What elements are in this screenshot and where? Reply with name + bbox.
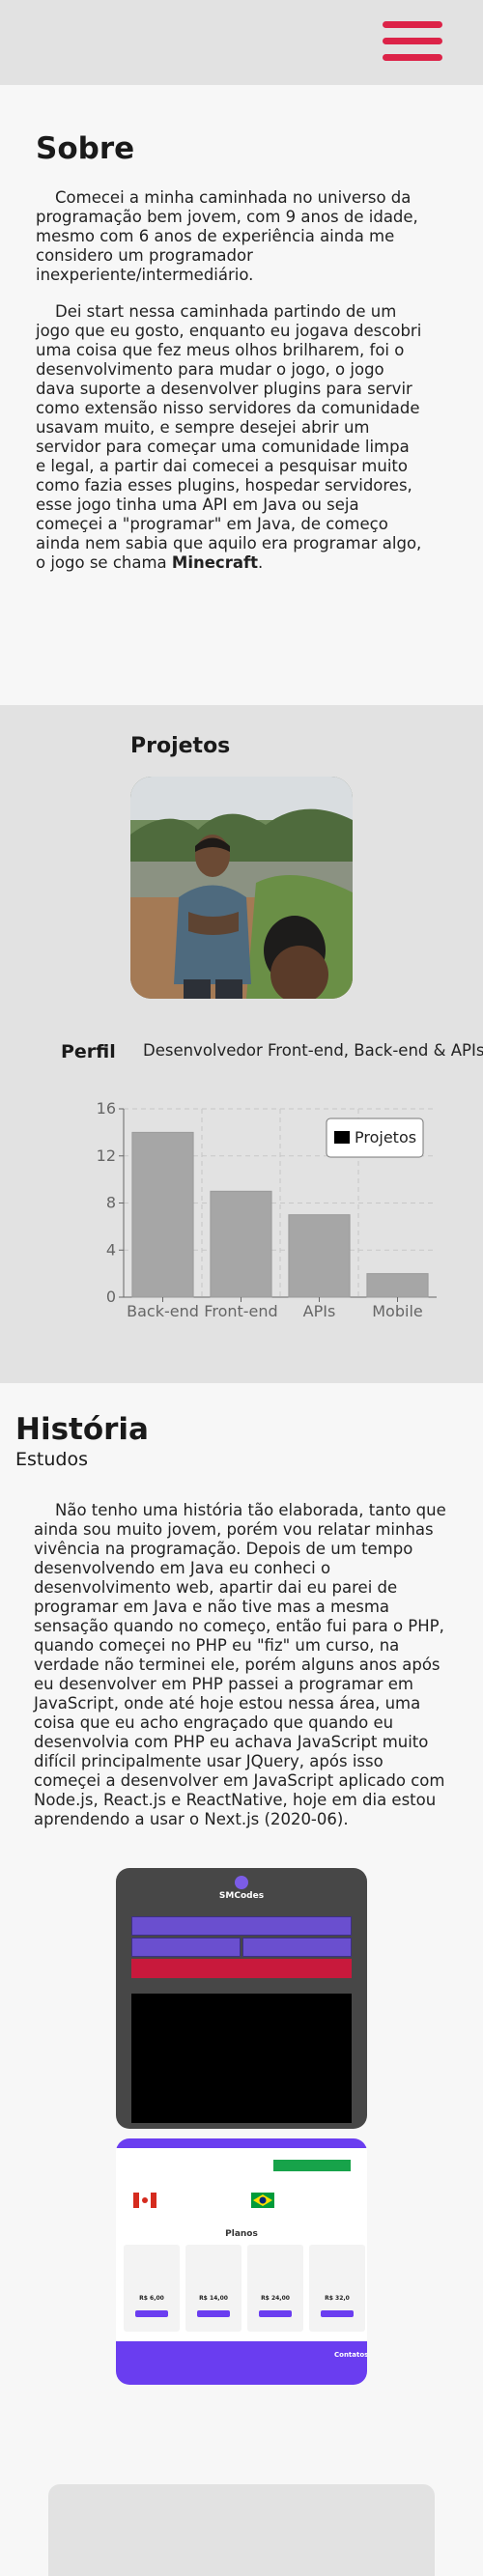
bar bbox=[366, 1273, 429, 1298]
about-section: Sobre Comecei a minha caminhada no unive… bbox=[0, 85, 483, 705]
smcodes-logo-icon bbox=[235, 1876, 248, 1889]
plan-button bbox=[321, 2310, 354, 2317]
plan-card: R$ 14,00 bbox=[185, 2245, 242, 2332]
projects-bar-chart: 0 4 8 12 16 Back-end Front-end APIs Mobile Projet… bbox=[97, 1099, 437, 1320]
bar bbox=[131, 1131, 194, 1298]
about-paragraph-2-text: Dei start nessa caminhada partindo de um… bbox=[36, 302, 422, 572]
menu-bar bbox=[383, 21, 442, 28]
plans-contacts: Contatos bbox=[334, 2351, 367, 2359]
smcodes-button-4 bbox=[131, 1959, 352, 1978]
about-paragraph-2: Dei start nessa caminhada partindo de um… bbox=[36, 302, 422, 573]
bar bbox=[288, 1214, 351, 1298]
plan-card: R$ 6,00 bbox=[124, 2245, 180, 2332]
smcodes-button-3 bbox=[242, 1938, 352, 1957]
projects-title: Projetos bbox=[130, 734, 231, 758]
y-tick-label: 16 bbox=[97, 1099, 116, 1118]
hamburger-menu-icon[interactable] bbox=[383, 21, 442, 62]
history-section: História Estudos Não tenho uma história … bbox=[0, 1383, 483, 2576]
canada-flag-icon bbox=[133, 2193, 156, 2208]
profile-label: Perfil bbox=[61, 1041, 116, 1062]
plans-top-bar bbox=[116, 2138, 367, 2148]
legend-swatch bbox=[334, 1131, 350, 1144]
x-tick-label: Back-end bbox=[127, 1302, 199, 1320]
plans-footer bbox=[116, 2341, 367, 2385]
plan-button bbox=[259, 2310, 292, 2317]
plan-card: R$ 32,0 bbox=[309, 2245, 365, 2332]
smcodes-button-1 bbox=[131, 1916, 352, 1936]
x-tick-label: Front-end bbox=[204, 1302, 277, 1320]
profile-photo bbox=[130, 777, 353, 999]
about-paragraph-1: Comecei a minha caminhada no universo da… bbox=[36, 188, 418, 284]
profile-photo-image bbox=[130, 777, 353, 999]
brazil-flag-icon bbox=[251, 2193, 274, 2208]
projects-section: Projetos Perfil Desenvolvedor Front-end,… bbox=[0, 705, 483, 1383]
plan-button bbox=[197, 2310, 230, 2317]
y-tick-label: 0 bbox=[106, 1288, 116, 1306]
smcodes-brand: SMCodes bbox=[218, 1891, 265, 1901]
projects-chart: 0 4 8 12 16 Back-end Front-end APIs Mobile Projet… bbox=[68, 1099, 454, 1379]
legend-label: Projetos bbox=[355, 1128, 416, 1146]
y-tick-label: 12 bbox=[97, 1146, 116, 1165]
plan-price: R$ 24,00 bbox=[261, 2295, 290, 2302]
plan-card: R$ 24,00 bbox=[247, 2245, 303, 2332]
plan-price: R$ 6,00 bbox=[139, 2295, 164, 2302]
about-title: Sobre bbox=[36, 131, 135, 166]
plan-price: R$ 32,0 bbox=[325, 2295, 350, 2302]
top-header bbox=[0, 0, 483, 85]
profile-description: Desenvolvedor Front-end, Back-end & APIs bbox=[143, 1041, 483, 1060]
about-paragraph-2-end: . bbox=[258, 553, 264, 572]
plans-title: Planos bbox=[225, 2229, 258, 2239]
y-tick-label: 4 bbox=[106, 1240, 116, 1259]
history-subtitle: Estudos bbox=[15, 1449, 88, 1470]
menu-bar bbox=[383, 38, 442, 44]
y-tick-label: 8 bbox=[106, 1194, 116, 1212]
footer-card bbox=[48, 2484, 435, 2576]
smcodes-button-2 bbox=[131, 1938, 241, 1957]
history-title: História bbox=[15, 1412, 149, 1447]
bar bbox=[210, 1190, 272, 1298]
x-tick-label: APIs bbox=[303, 1302, 336, 1320]
minecraft-text: Minecraft bbox=[171, 553, 259, 572]
plan-price: R$ 14,00 bbox=[199, 2295, 228, 2302]
plans-green-bar bbox=[273, 2160, 351, 2171]
project-screenshot-smcodes[interactable]: SMCodes bbox=[116, 1868, 367, 2129]
history-paragraph: Não tenho uma história tão elaborada, ta… bbox=[34, 1501, 446, 1828]
project-screenshot-plans[interactable]: Planos R$ 6,00 R$ 14,00 R$ 24,00 R$ 32,0… bbox=[116, 2138, 367, 2385]
plan-button bbox=[135, 2310, 168, 2317]
menu-bar bbox=[383, 54, 442, 61]
x-tick-label: Mobile bbox=[372, 1302, 422, 1320]
smcodes-video-area bbox=[131, 1994, 352, 2123]
